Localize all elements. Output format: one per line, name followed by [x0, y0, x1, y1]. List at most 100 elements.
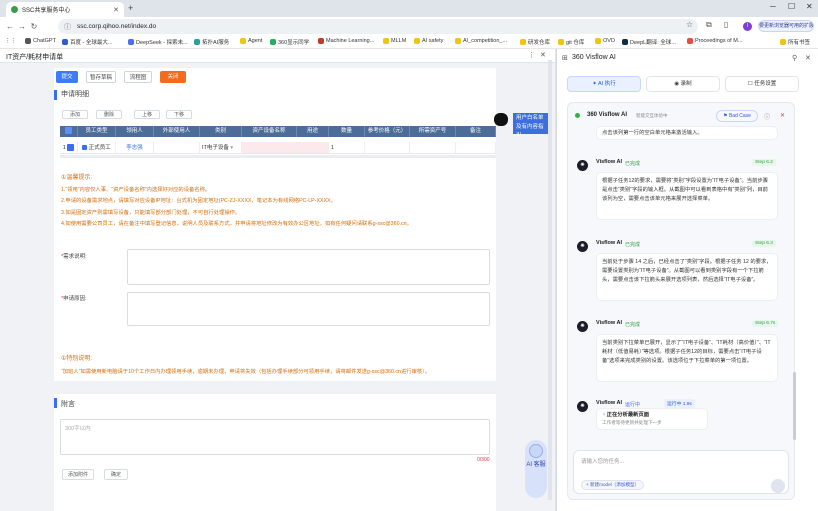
close-tab-icon[interactable]: ✕: [113, 6, 119, 14]
stop-icon[interactable]: ✕: [780, 112, 785, 119]
form-title: IT资产/耗材申请单: [6, 54, 64, 61]
panel-icon: ⊞: [562, 55, 568, 62]
floating-logo-icon[interactable]: [494, 113, 508, 126]
bookmark-item[interactable]: 拓扑AI服务: [194, 38, 229, 46]
step-badge: Step 6.7s: [752, 320, 779, 327]
asset-name-cell[interactable]: [242, 142, 297, 153]
ai-avatar-icon: ✺: [577, 321, 588, 332]
extensions-icon[interactable]: ⧉: [706, 20, 712, 30]
bookmark-item[interactable]: DeepL翻译: 全球...: [622, 38, 676, 46]
bookmark-item[interactable]: MLLM: [383, 38, 406, 44]
bookmark-item[interactable]: ChatGPT: [25, 38, 56, 44]
vertical-scrollbar[interactable]: [548, 60, 552, 500]
usage-cell[interactable]: [297, 142, 329, 153]
asset-no-cell[interactable]: [410, 142, 456, 153]
move-up-button[interactable]: 上移: [134, 110, 160, 119]
submit-button[interactable]: 提交: [56, 71, 78, 83]
bookmark-item[interactable]: git 仓库: [558, 38, 584, 46]
pane-menu-icon[interactable]: ⋮: [528, 51, 535, 59]
new-tab-icon[interactable]: +: [128, 3, 133, 13]
ai-service-button[interactable]: AI 客服: [525, 440, 547, 498]
chat-message: 根据子任务12的要求，需要将“类别”字段设置为“IT电子设备”。当前步骤是点击“…: [596, 172, 778, 220]
apps-icon[interactable]: ⋮⋮: [5, 38, 16, 44]
column-header: 类别: [200, 126, 242, 137]
select-all-checkbox[interactable]: [60, 126, 78, 137]
panel-close-icon[interactable]: ✕: [805, 54, 811, 62]
pin-icon[interactable]: ⚲: [792, 54, 797, 62]
attachment-note-textarea[interactable]: 300字以内: [60, 419, 490, 455]
running-line: ◔ 正在分析最新页面: [602, 412, 650, 418]
attachment-placeholder: 300字以内: [65, 426, 91, 432]
chat-scrollbar[interactable]: [793, 372, 796, 440]
move-down-button[interactable]: 下移: [166, 110, 192, 119]
bookmark-item[interactable]: AI_competition_...: [455, 38, 507, 44]
confirm-button[interactable]: 确定: [104, 469, 128, 480]
note-cell[interactable]: [456, 142, 496, 153]
info-icon[interactable]: ⓘ: [764, 112, 770, 121]
maximize-icon[interactable]: ☐: [788, 2, 795, 11]
user-cell[interactable]: 李志强: [116, 142, 154, 153]
section-marker: [54, 90, 57, 100]
forward-icon[interactable]: →: [16, 22, 28, 31]
tab-record[interactable]: ◉ 录制: [646, 76, 720, 92]
column-header: 备注: [456, 126, 496, 137]
bookmark-star-icon[interactable]: ☆: [686, 20, 693, 29]
reason-textarea[interactable]: [127, 249, 490, 285]
url-text: ssc.corp.qihoo.net/index.do: [77, 23, 157, 30]
bookmark-item[interactable]: 360显示同学: [270, 38, 309, 46]
close-button[interactable]: 关闭: [160, 71, 186, 83]
column-header: 用途: [297, 126, 329, 137]
flowchart-button[interactable]: 流程图: [124, 71, 152, 83]
address-bar[interactable]: ⓘ ssc.corp.qihoo.net/index.do: [58, 19, 698, 34]
profile-avatar[interactable]: I: [743, 22, 752, 31]
update-browser-button[interactable]: 要更新浏览器可用的扩展: [758, 20, 814, 32]
task-input[interactable]: 请输入您的任务... + 新建model（添加模型）: [573, 450, 789, 494]
bookmark-item[interactable]: Machine Learning...: [318, 38, 374, 44]
site-info-icon[interactable]: ⓘ: [64, 22, 71, 32]
external-user-cell[interactable]: [154, 142, 200, 153]
bookmark-item[interactable]: Agent: [240, 38, 262, 44]
all-bookmarks[interactable]: 所有书签: [780, 38, 810, 46]
message-author: Visflow AI: [596, 240, 622, 246]
minimize-icon[interactable]: ─: [770, 2, 776, 11]
delete-row-button[interactable]: 删除: [96, 110, 122, 119]
reload-icon[interactable]: ↻: [28, 22, 40, 31]
message-status: 已完成: [625, 322, 641, 328]
browser-tab[interactable]: SSC共享服务中心 ✕: [6, 2, 124, 17]
bookmark-item[interactable]: AI safety: [414, 38, 443, 44]
price-cell[interactable]: [365, 142, 410, 153]
agent-name: 360 Visflow AI: [587, 112, 628, 118]
bookmark-item[interactable]: DeepSeek - 探索未...: [128, 38, 188, 46]
add-row-button[interactable]: 添加: [62, 110, 88, 119]
bad-case-button[interactable]: ⚑ Bad Case: [716, 110, 758, 122]
category-cell[interactable]: IT电子设备 ▾: [200, 142, 242, 153]
tab-ai-execute[interactable]: ✦ AI 执行: [567, 76, 641, 92]
bookmark-item[interactable]: 研发仓库: [520, 38, 550, 46]
model-chip[interactable]: + 新建model（添加模型）: [581, 480, 645, 490]
bookmark-item[interactable]: OVD: [595, 38, 615, 44]
description-textarea[interactable]: [127, 292, 490, 326]
whitelist-guide-button[interactable]: 用户白名单及有内容指引: [513, 113, 551, 139]
ai-avatar-icon: ✺: [577, 401, 588, 412]
employee-type-cell[interactable]: 正式员工: [78, 142, 116, 153]
add-attachment-button[interactable]: 添加附件: [62, 469, 94, 480]
row-select[interactable]: 1: [60, 142, 78, 153]
pane-close-icon[interactable]: ✕: [540, 51, 546, 59]
tab-task-settings[interactable]: ☐ 任务设置: [725, 76, 799, 92]
bookmark-item[interactable]: Proceedings of M...: [687, 38, 742, 44]
reason-label: *需求说明:: [61, 254, 87, 260]
row-checkbox[interactable]: [67, 144, 75, 152]
save-draft-button[interactable]: 暂存草稿: [86, 71, 116, 83]
close-window-icon[interactable]: ✕: [806, 2, 813, 11]
split-view-icon[interactable]: ▯: [724, 20, 728, 29]
back-icon[interactable]: ←: [4, 22, 16, 31]
send-button[interactable]: [771, 479, 785, 493]
bookmark-item[interactable]: 百度 - 全球最大...: [62, 38, 112, 46]
row-number: 1: [62, 145, 66, 151]
action-bar: [54, 68, 496, 86]
step-badge: Step 6.2: [752, 159, 776, 166]
horizontal-scrollbar[interactable]: [60, 155, 496, 158]
quantity-cell[interactable]: 1: [329, 142, 365, 153]
step-badge: 运行中 1.9s: [664, 399, 695, 408]
chevron-down-icon[interactable]: ▾: [230, 145, 233, 151]
